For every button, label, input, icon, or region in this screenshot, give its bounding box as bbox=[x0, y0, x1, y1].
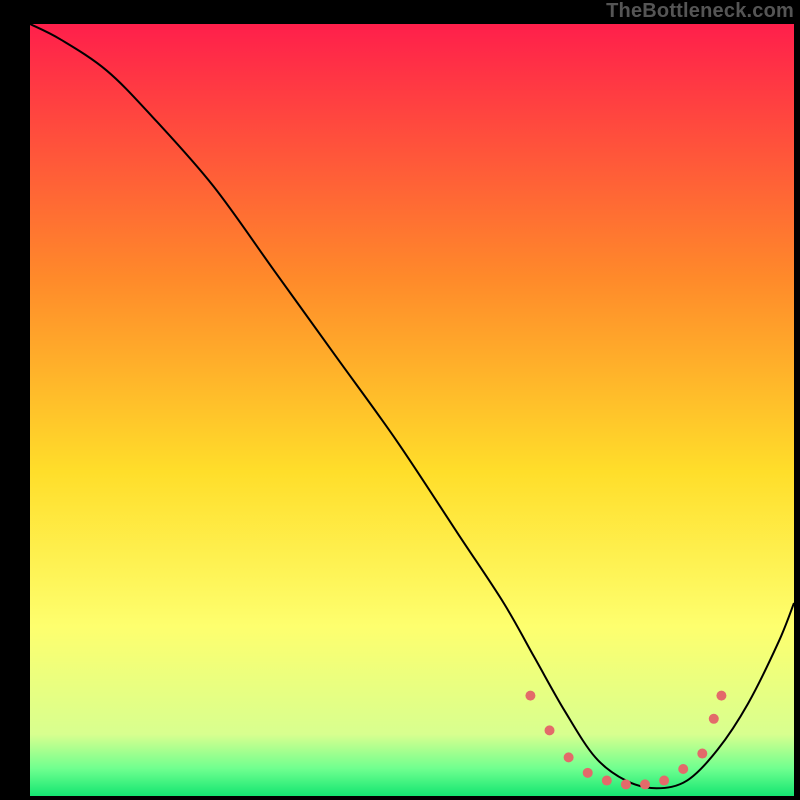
marker-dot bbox=[678, 764, 688, 774]
chart-container: TheBottleneck.com bbox=[0, 0, 800, 800]
marker-dot bbox=[640, 779, 650, 789]
watermark-text: TheBottleneck.com bbox=[606, 0, 794, 23]
marker-dot bbox=[709, 714, 719, 724]
marker-dot bbox=[659, 776, 669, 786]
marker-dot bbox=[525, 691, 535, 701]
marker-dot bbox=[621, 779, 631, 789]
marker-dot bbox=[583, 768, 593, 778]
bottleneck-chart bbox=[0, 0, 800, 800]
gradient-background bbox=[30, 24, 794, 796]
marker-dot bbox=[564, 752, 574, 762]
marker-dot bbox=[602, 776, 612, 786]
marker-dot bbox=[545, 725, 555, 735]
marker-dot bbox=[716, 691, 726, 701]
marker-dot bbox=[697, 749, 707, 759]
